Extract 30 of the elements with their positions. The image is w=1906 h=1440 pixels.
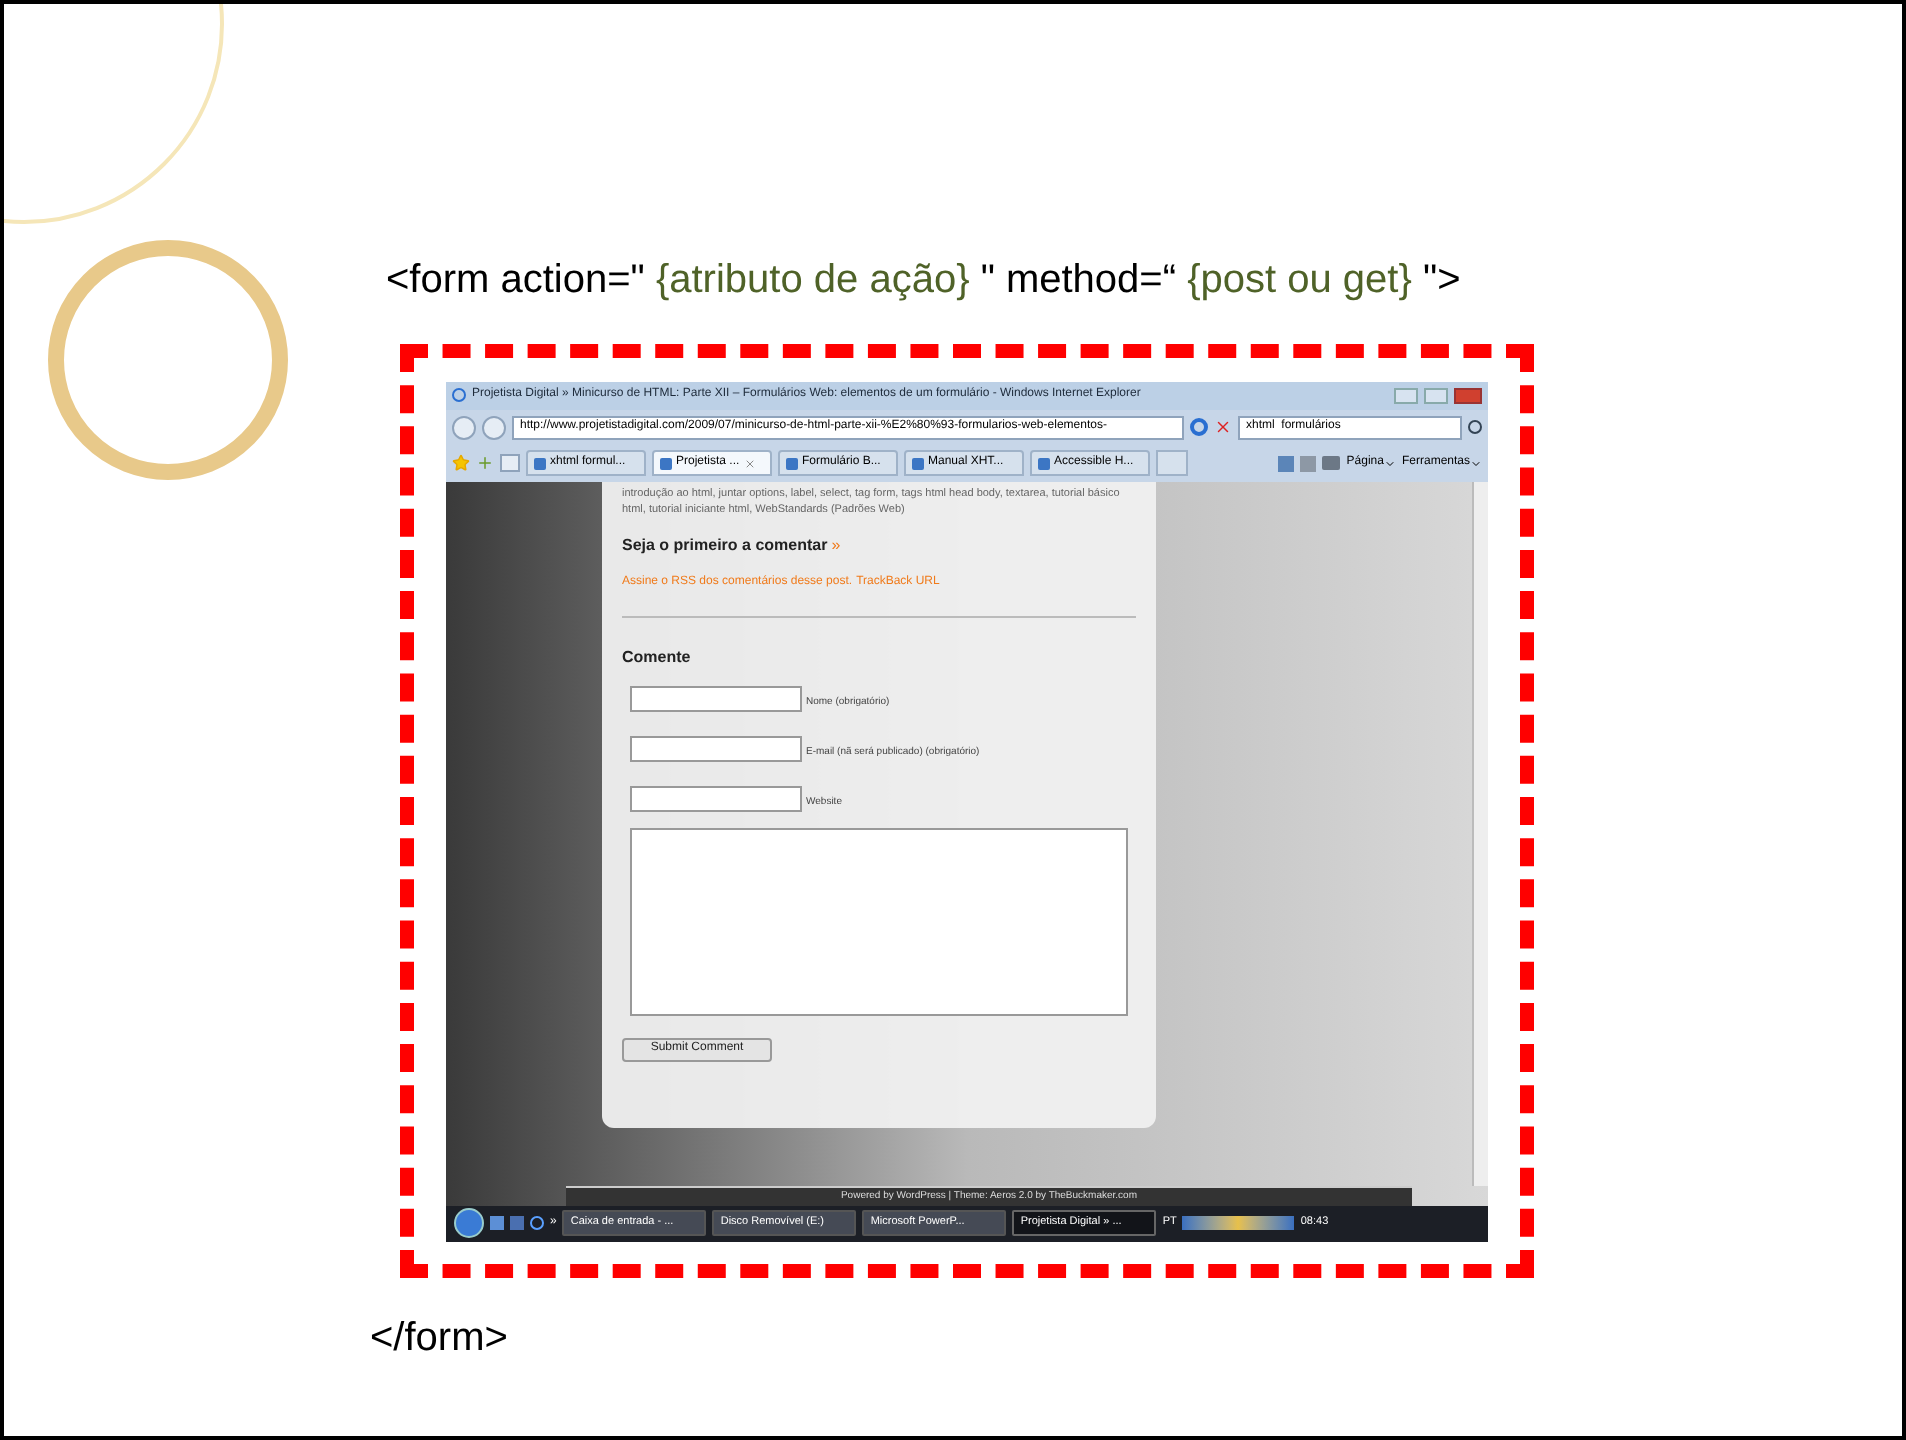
text-input[interactable] — [630, 785, 802, 811]
code-line: <form action=" {atributo de ação} " method=“ {post ou get} "> — [386, 260, 1463, 300]
minimize-icon[interactable] — [1394, 387, 1418, 403]
add-favorite-icon[interactable] — [476, 454, 494, 472]
tab-favicon-icon — [786, 457, 798, 469]
heading-arrow: » — [831, 533, 841, 557]
tab-favicon-icon — [534, 457, 546, 469]
text-input[interactable] — [630, 735, 802, 761]
maximize-icon[interactable] — [1424, 387, 1448, 403]
caret-icon — [1470, 457, 1482, 469]
new-tab-icon[interactable] — [1156, 450, 1188, 476]
close-icon[interactable] — [1454, 387, 1482, 403]
comment-textarea[interactable] — [630, 827, 1128, 1015]
back-icon[interactable] — [452, 415, 476, 439]
start-button-icon[interactable] — [454, 1208, 484, 1238]
code-line: </form> — [370, 1318, 510, 1358]
tab-favicon-icon — [912, 457, 924, 469]
form-heading: Comente — [622, 645, 693, 669]
star-icon[interactable] — [452, 454, 470, 472]
tab-favicon-icon — [1038, 457, 1050, 469]
tab-favicon-icon — [660, 457, 672, 469]
caret-icon — [1383, 457, 1396, 469]
browser-logo-icon[interactable] — [530, 1216, 544, 1230]
close-icon[interactable] — [743, 457, 756, 469]
browser-logo-icon — [452, 388, 466, 402]
comments-heading: Seja o primeiro a comentar — [622, 533, 828, 557]
text-input[interactable] — [630, 685, 802, 711]
tab-list-icon[interactable] — [500, 454, 520, 472]
stop-icon[interactable] — [1214, 418, 1232, 436]
forward-icon[interactable] — [482, 415, 506, 439]
